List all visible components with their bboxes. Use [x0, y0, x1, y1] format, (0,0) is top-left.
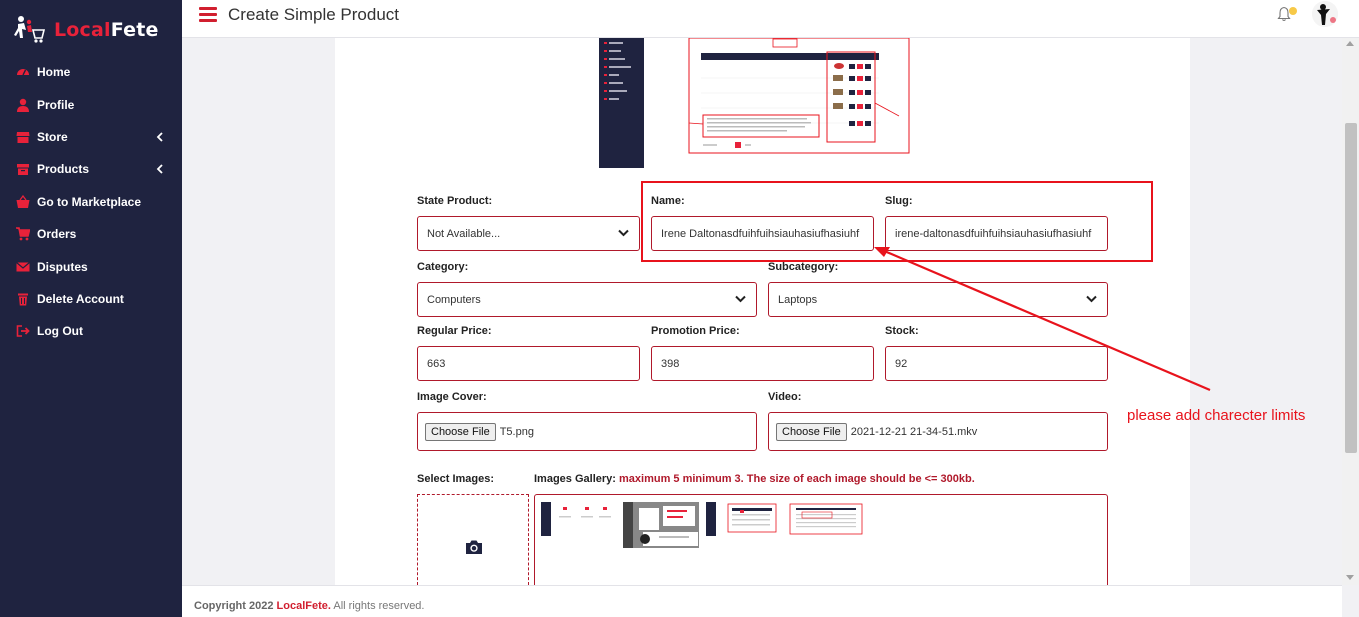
sidebar-item-orders[interactable]: Orders — [0, 218, 182, 250]
video-file-input[interactable]: Choose File 2021-12-21 21-34-51.mkv — [768, 412, 1108, 451]
state-product-label: State Product: — [417, 195, 493, 207]
avatar[interactable] — [1312, 1, 1338, 27]
sidebar-item-logout[interactable]: Log Out — [0, 315, 182, 347]
subcategory-label: Subcategory: — [768, 261, 839, 273]
stock-input[interactable]: 92 — [885, 346, 1108, 381]
chevron-down-icon — [1086, 295, 1097, 303]
category-value: Computers — [427, 293, 481, 306]
promotion-price-value: 398 — [661, 357, 680, 370]
user-icon — [16, 98, 30, 112]
regular-price-input[interactable]: 663 — [417, 346, 640, 381]
images-gallery-title: Images Gallery: — [534, 473, 616, 485]
regular-price-value: 663 — [427, 357, 446, 370]
footer-rights: All rights reserved. — [333, 600, 425, 612]
promotion-price-label: Promotion Price: — [651, 325, 740, 337]
sidebar-item-label: Products — [37, 162, 90, 177]
annotation-highlight-box — [641, 181, 1153, 262]
topbar: Create Simple Product — [182, 0, 1359, 38]
stock-value: 92 — [895, 357, 908, 370]
image-cover-choose-file-button[interactable]: Choose File — [425, 422, 496, 441]
chevron-down-icon — [618, 229, 629, 237]
state-product-select[interactable]: Not Available... — [417, 216, 640, 251]
subcategory-select[interactable]: Laptops — [768, 282, 1108, 317]
images-gallery — [534, 494, 1108, 585]
sidebar-item-profile[interactable]: Profile — [0, 88, 182, 120]
example-screenshot-image — [599, 38, 925, 168]
state-product-value: Not Available... — [427, 227, 501, 240]
gallery-thumbnail[interactable] — [623, 502, 699, 548]
trash-icon — [16, 292, 30, 306]
sidebar-item-home[interactable]: Home — [0, 56, 182, 88]
store-icon — [16, 130, 30, 144]
envelope-icon — [16, 260, 30, 274]
footer: Copyright 2022 LocalFete. All rights res… — [182, 585, 1342, 617]
gallery-thumbnail[interactable] — [541, 502, 617, 536]
gallery-thumbnail[interactable] — [706, 502, 780, 536]
logo-text: LocalFete — [54, 19, 159, 41]
box-icon — [16, 162, 30, 176]
footer-copyright: Copyright 2022 — [194, 600, 274, 612]
sidebar-item-label: Profile — [37, 97, 75, 112]
logo[interactable]: LocalFete — [14, 14, 159, 46]
image-cover-file-input[interactable]: Choose File T5.png — [417, 412, 757, 451]
sidebar-item-label: Delete Account — [37, 291, 124, 306]
category-label: Category: — [417, 261, 469, 273]
scrollbar-thumb[interactable] — [1345, 123, 1357, 453]
sidebar-item-marketplace[interactable]: Go to Marketplace — [0, 186, 182, 218]
annotation-note: please add charecter limits — [1127, 407, 1306, 424]
footer-brand-link[interactable]: LocalFete. — [277, 600, 331, 612]
notification-badge — [1289, 7, 1297, 15]
regular-price-label: Regular Price: — [417, 325, 492, 337]
sidebar-item-label: Go to Marketplace — [37, 194, 142, 209]
video-file-name: 2021-12-21 21-34-51.mkv — [850, 425, 978, 438]
images-gallery-note: maximum 5 minimum 3. The size of each im… — [619, 473, 975, 485]
video-label: Video: — [768, 391, 802, 403]
logout-icon — [16, 324, 30, 338]
sidebar-item-store[interactable]: Store — [0, 121, 182, 153]
cart-icon — [16, 227, 30, 241]
sidebar-item-label: Store — [37, 129, 68, 144]
sidebar-item-products[interactable]: Products — [0, 153, 182, 185]
image-cover-file-name: T5.png — [499, 425, 534, 438]
logo-icon — [14, 14, 54, 46]
video-choose-file-button[interactable]: Choose File — [776, 422, 847, 441]
image-dropzone[interactable] — [417, 494, 529, 585]
sidebar-item-label: Home — [37, 65, 71, 80]
chevron-left-icon — [156, 132, 163, 142]
basket-icon — [16, 194, 30, 209]
chevron-down-icon — [735, 295, 746, 303]
subcategory-value: Laptops — [778, 293, 818, 306]
images-gallery-label: Images Gallery: maximum 5 minimum 3. The… — [534, 473, 975, 485]
chevron-left-icon — [156, 164, 163, 174]
scroll-up-arrow[interactable] — [1346, 41, 1354, 46]
sidebar-item-disputes[interactable]: Disputes — [0, 250, 182, 282]
gallery-thumbnail[interactable] — [788, 502, 864, 536]
sidebar-item-delete-account[interactable]: Delete Account — [0, 283, 182, 315]
sidebar-item-label: Log Out — [37, 324, 83, 339]
sidebar: LocalFete Home Profile Store Products Go… — [0, 0, 182, 617]
image-cover-label: Image Cover: — [417, 391, 487, 403]
menu-icon[interactable] — [199, 7, 217, 23]
sidebar-item-label: Disputes — [37, 259, 88, 274]
camera-icon — [466, 540, 482, 554]
page-title: Create Simple Product — [228, 5, 400, 24]
promotion-price-input[interactable]: 398 — [651, 346, 874, 381]
category-select[interactable]: Computers — [417, 282, 757, 317]
stock-label: Stock: — [885, 325, 919, 337]
scroll-down-arrow[interactable] — [1346, 575, 1354, 580]
dashboard-icon — [16, 65, 30, 79]
sidebar-item-label: Orders — [37, 227, 77, 242]
sidebar-nav: Home Profile Store Products Go to Market… — [0, 56, 182, 348]
select-images-label: Select Images: — [417, 473, 495, 485]
